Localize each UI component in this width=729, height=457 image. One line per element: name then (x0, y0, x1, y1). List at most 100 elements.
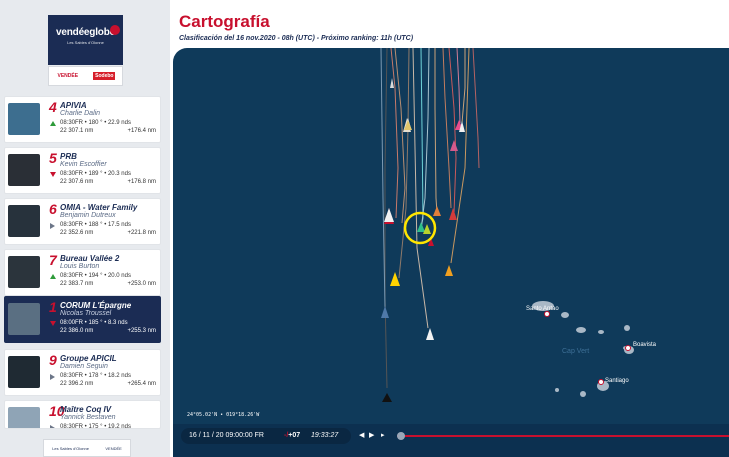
trend-right-icon (50, 223, 55, 229)
skipper-avatar (8, 356, 40, 388)
trend-down-icon (50, 321, 56, 326)
footer-logo-sables: Les Sables d'Olonne (52, 445, 89, 451)
boat-marker[interactable] (382, 393, 392, 402)
boat-stats: 08:30FR • 175 ° • 19.2 nds (60, 424, 131, 429)
skipper-avatar (8, 205, 40, 237)
place-santiago: Santiago (605, 378, 629, 384)
rank-number: 7 (49, 252, 57, 268)
boat-marker[interactable] (390, 78, 394, 88)
rank-number: 5 (49, 150, 57, 166)
skipper-avatar (8, 103, 40, 135)
boat-marker[interactable] (450, 140, 458, 151)
gap-to-leader: +253.0 nm (127, 281, 156, 287)
track-line (461, 48, 466, 124)
boat-markers[interactable] (381, 78, 465, 402)
partner-logo-sodebo: Sodebo (93, 72, 116, 80)
forward-button[interactable]: ▸ (381, 431, 385, 439)
globe-icon (110, 25, 120, 35)
cursor-coordinates: 24°05.02'N • 019°18.26'W (187, 412, 260, 418)
ranking-card[interactable]: 7 Bureau Vallée 2 Louis Burton 08:30FR • 19… (4, 249, 161, 296)
distance-to-finish: 22 383.7 nm (60, 281, 94, 287)
boat-marker[interactable] (417, 222, 425, 232)
timeline-track[interactable] (397, 435, 729, 437)
boat-name: APIVIA (60, 101, 87, 110)
track-line (450, 48, 470, 264)
rank-number: 6 (49, 201, 57, 217)
skipper-avatar (8, 256, 40, 288)
page-title: Cartografía (179, 12, 270, 31)
boat-name: Maître Coq IV (60, 405, 112, 414)
map-canvas[interactable] (173, 48, 729, 457)
ranking-card[interactable]: 9 Groupe APICIL Damien Seguin 08:30FR • 178… (4, 349, 161, 396)
boat-marker[interactable] (445, 265, 453, 276)
ranking-card[interactable]: 5 PRB Kevin Escoffier 08:30FR • 189 ° • 20.… (4, 147, 161, 194)
rank-number: 4 (49, 99, 57, 115)
trend-right-icon (50, 425, 55, 428)
boat-marker[interactable] (426, 328, 434, 340)
rank-number: 1 (49, 299, 57, 315)
ranking-card[interactable]: 6 OMIA - Water Family Benjamin Dutreux 08:3… (4, 198, 161, 245)
ranking-card[interactable]: 4 APIVIA Charlie Dalin 08:30FR • 180 ° • 22… (4, 96, 161, 143)
logo-tagline: Les Sables d'Olonne (67, 40, 104, 45)
sidebar: vendéeglobe Les Sables d'Olonne VENDÉE S… (0, 0, 170, 457)
track-line (456, 48, 461, 124)
gap-to-leader: +176.8 nm (127, 179, 156, 185)
skipper-name: Kevin Escoffier (60, 161, 107, 168)
distance-to-finish: 22 307.6 nm (60, 179, 94, 185)
ranking-card[interactable]: 1 CORUM L'Épargne Nicolas Troussel 08:00FR … (4, 296, 161, 343)
boat-stats: 08:30FR • 180 ° • 22.9 nds (60, 120, 131, 126)
boat-marker[interactable] (449, 208, 457, 220)
region-label: Cap Vert (562, 348, 590, 355)
boat-name: OMIA - Water Family (60, 203, 138, 212)
skipper-name: Benjamin Dutreux (60, 212, 116, 219)
skipper-name: Charlie Dalin (60, 110, 101, 117)
playback-speed[interactable]: -/+07 (284, 432, 300, 439)
place-santo-antao: Santo Antao (526, 306, 559, 312)
distance-to-finish: 22 352.6 nm (60, 230, 94, 236)
trend-right-icon (50, 374, 55, 380)
timeline-clock: 19:33:27 (311, 432, 339, 439)
cartography-map[interactable]: Santo Antao Boavista Santiago Cap Vert 2… (173, 48, 729, 457)
boat-stats: 08:30FR • 194 ° • 20.0 nds (60, 273, 131, 279)
boat-marker[interactable] (433, 206, 441, 216)
footer-logo-vendee: VENDÉE (105, 445, 122, 451)
play-button[interactable]: ▶ (369, 431, 374, 439)
boat-marker[interactable] (390, 272, 400, 286)
boat-name: CORUM L'Épargne (60, 301, 132, 310)
rank-number: 9 (49, 352, 57, 368)
boat-marker[interactable] (423, 224, 431, 234)
distance-to-finish: 22 386.0 nm (60, 328, 94, 334)
distance-to-finish: 22 307.1 nm (60, 128, 94, 134)
gap-to-leader: +176.4 nm (127, 128, 156, 134)
footer-partner-logos: Les Sables d'Olonne VENDÉE (43, 439, 131, 457)
boat-marker[interactable] (384, 208, 394, 222)
boat-name: Groupe APICIL (60, 354, 117, 363)
boat-stats: 08:30FR • 189 ° • 20.3 nds (60, 171, 131, 177)
track-line (434, 48, 438, 214)
skipper-avatar (8, 154, 40, 186)
track-line (420, 48, 424, 229)
distance-to-finish: 22 396.2 nm (60, 381, 94, 387)
track-line (442, 48, 452, 209)
vendee-globe-logo[interactable]: vendéeglobe Les Sables d'Olonne (48, 15, 123, 65)
ranking-card[interactable]: 10 Maître Coq IV Yannick Bestaven 08:30FR •… (4, 400, 161, 429)
boat-stats: 08:30FR • 188 ° • 17.5 nds (60, 222, 131, 228)
boat-stats: 08:30FR • 178 ° • 18.2 nds (60, 373, 131, 379)
skipper-name: Damien Seguin (60, 363, 108, 370)
place-boavista: Boavista (633, 342, 657, 348)
boat-marker[interactable] (381, 306, 389, 318)
rewind-button[interactable]: ◀ (359, 431, 364, 439)
gap-to-leader: +265.4 nm (127, 381, 156, 387)
ranking-subtitle: Clasificación del 16 nov.2020 - 08h (UTC… (179, 35, 414, 42)
boat-name: Bureau Vallée 2 (60, 254, 120, 263)
skipper-avatar (8, 303, 40, 335)
trend-up-icon (50, 121, 56, 126)
partner-logo-vendee: VENDÉE (57, 73, 79, 79)
timeline-bar: 16 / 11 / 20 09:00:00 FR -/+07 19:33:27 … (173, 424, 729, 457)
timeline-thumb[interactable] (397, 432, 405, 440)
skipper-name: Nicolas Troussel (60, 310, 112, 317)
boat-stats: 08:00FR • 185 ° • 8.3 nds (60, 320, 128, 326)
gap-to-leader: +221.8 nm (127, 230, 156, 236)
gap-to-leader: +255.3 nm (127, 328, 156, 334)
track-line (380, 48, 386, 309)
